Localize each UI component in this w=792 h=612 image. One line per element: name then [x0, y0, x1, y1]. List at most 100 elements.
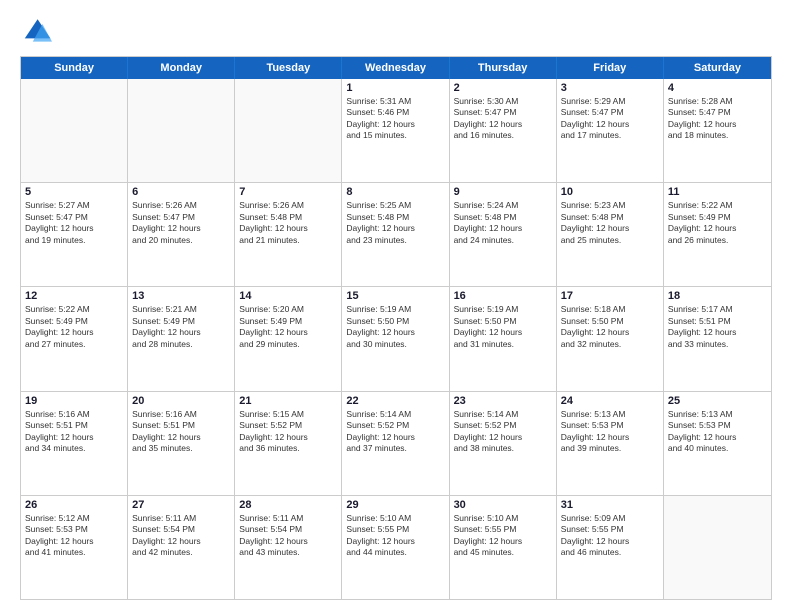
calendar-row-1: 5 Sunrise: 5:27 AM Sunset: 5:47 PM Daylig…	[21, 182, 771, 286]
day-number: 17	[561, 290, 659, 302]
calendar-row-0: 1 Sunrise: 5:31 AM Sunset: 5:46 PM Daylig…	[21, 79, 771, 182]
day-number: 16	[454, 290, 552, 302]
page: SundayMondayTuesdayWednesdayThursdayFrid…	[0, 0, 792, 612]
calendar-cell-1-0: 5 Sunrise: 5:27 AM Sunset: 5:47 PM Daylig…	[21, 183, 128, 286]
calendar-cell-1-3: 8 Sunrise: 5:25 AM Sunset: 5:48 PM Daylig…	[342, 183, 449, 286]
day-number: 23	[454, 395, 552, 407]
header-day-monday: Monday	[128, 57, 235, 79]
day-number: 8	[346, 186, 444, 198]
day-info: Sunrise: 5:28 AM Sunset: 5:47 PM Dayligh…	[668, 96, 767, 142]
header	[20, 16, 772, 48]
day-number: 5	[25, 186, 123, 198]
day-info: Sunrise: 5:25 AM Sunset: 5:48 PM Dayligh…	[346, 200, 444, 246]
calendar-cell-0-5: 3 Sunrise: 5:29 AM Sunset: 5:47 PM Daylig…	[557, 79, 664, 182]
calendar-cell-3-1: 20 Sunrise: 5:16 AM Sunset: 5:51 PM Dayli…	[128, 392, 235, 495]
calendar-cell-2-6: 18 Sunrise: 5:17 AM Sunset: 5:51 PM Dayli…	[664, 287, 771, 390]
calendar-header: SundayMondayTuesdayWednesdayThursdayFrid…	[21, 57, 771, 79]
day-number: 13	[132, 290, 230, 302]
calendar-cell-2-3: 15Sunrise: 5:19 AM Sunset: 5:50 PM Dayli…	[342, 287, 449, 390]
calendar-cell-4-3: 29Sunrise: 5:10 AM Sunset: 5:55 PM Dayli…	[342, 496, 449, 599]
day-number: 22	[346, 395, 444, 407]
calendar-cell-2-0: 12 Sunrise: 5:22 AM Sunset: 5:49 PM Dayli…	[21, 287, 128, 390]
header-day-sunday: Sunday	[21, 57, 128, 79]
calendar-cell-0-1	[128, 79, 235, 182]
calendar-cell-3-3: 22 Sunrise: 5:14 AM Sunset: 5:52 PM Dayli…	[342, 392, 449, 495]
day-info: Sunrise: 5:24 AM Sunset: 5:48 PM Dayligh…	[454, 200, 552, 246]
day-info: Sunrise: 5:26 AM Sunset: 5:47 PM Dayligh…	[132, 200, 230, 246]
calendar-cell-4-4: 30 Sunrise: 5:10 AM Sunset: 5:55 PM Dayli…	[450, 496, 557, 599]
day-info: Sunrise: 5:22 AM Sunset: 5:49 PM Dayligh…	[25, 304, 123, 350]
day-info: Sunrise: 5:19 AM Sunset: 5:50 PM Dayligh…	[454, 304, 552, 350]
day-info: Sunrise: 5:26 AM Sunset: 5:48 PM Dayligh…	[239, 200, 337, 246]
day-number: 4	[668, 82, 767, 94]
day-info: Sunrise: 5:30 AM Sunset: 5:47 PM Dayligh…	[454, 96, 552, 142]
header-day-tuesday: Tuesday	[235, 57, 342, 79]
calendar-cell-4-5: 31 Sunrise: 5:09 AM Sunset: 5:55 PM Dayli…	[557, 496, 664, 599]
day-info: Sunrise: 5:19 AM Sunset: 5:50 PM Dayligh…	[346, 304, 444, 350]
logo-icon	[20, 16, 52, 48]
calendar-cell-2-5: 17 Sunrise: 5:18 AM Sunset: 5:50 PM Dayli…	[557, 287, 664, 390]
calendar-row-4: 26 Sunrise: 5:12 AM Sunset: 5:53 PM Dayli…	[21, 495, 771, 599]
day-number: 31	[561, 499, 659, 511]
calendar-cell-0-6: 4 Sunrise: 5:28 AM Sunset: 5:47 PM Daylig…	[664, 79, 771, 182]
day-number: 30	[454, 499, 552, 511]
calendar-cell-0-4: 2 Sunrise: 5:30 AM Sunset: 5:47 PM Daylig…	[450, 79, 557, 182]
day-number: 12	[25, 290, 123, 302]
calendar-cell-1-6: 11 Sunrise: 5:22 AM Sunset: 5:49 PM Dayli…	[664, 183, 771, 286]
day-info: Sunrise: 5:13 AM Sunset: 5:53 PM Dayligh…	[668, 409, 767, 455]
day-number: 14	[239, 290, 337, 302]
calendar-cell-3-6: 25 Sunrise: 5:13 AM Sunset: 5:53 PM Dayli…	[664, 392, 771, 495]
calendar-cell-2-4: 16 Sunrise: 5:19 AM Sunset: 5:50 PM Dayli…	[450, 287, 557, 390]
day-info: Sunrise: 5:09 AM Sunset: 5:55 PM Dayligh…	[561, 513, 659, 559]
calendar-cell-1-2: 7 Sunrise: 5:26 AM Sunset: 5:48 PM Daylig…	[235, 183, 342, 286]
day-info: Sunrise: 5:13 AM Sunset: 5:53 PM Dayligh…	[561, 409, 659, 455]
day-info: Sunrise: 5:14 AM Sunset: 5:52 PM Dayligh…	[454, 409, 552, 455]
calendar-cell-2-1: 13 Sunrise: 5:21 AM Sunset: 5:49 PM Dayli…	[128, 287, 235, 390]
day-number: 11	[668, 186, 767, 198]
day-info: Sunrise: 5:23 AM Sunset: 5:48 PM Dayligh…	[561, 200, 659, 246]
calendar-cell-4-6	[664, 496, 771, 599]
day-info: Sunrise: 5:27 AM Sunset: 5:47 PM Dayligh…	[25, 200, 123, 246]
calendar-body: 1 Sunrise: 5:31 AM Sunset: 5:46 PM Daylig…	[21, 79, 771, 599]
calendar-cell-4-2: 28Sunrise: 5:11 AM Sunset: 5:54 PM Dayli…	[235, 496, 342, 599]
day-number: 27	[132, 499, 230, 511]
header-day-friday: Friday	[557, 57, 664, 79]
day-number: 3	[561, 82, 659, 94]
header-day-wednesday: Wednesday	[342, 57, 449, 79]
day-number: 20	[132, 395, 230, 407]
header-day-thursday: Thursday	[450, 57, 557, 79]
day-info: Sunrise: 5:16 AM Sunset: 5:51 PM Dayligh…	[132, 409, 230, 455]
calendar: SundayMondayTuesdayWednesdayThursdayFrid…	[20, 56, 772, 600]
day-number: 28	[239, 499, 337, 511]
day-number: 7	[239, 186, 337, 198]
day-info: Sunrise: 5:18 AM Sunset: 5:50 PM Dayligh…	[561, 304, 659, 350]
calendar-cell-0-3: 1 Sunrise: 5:31 AM Sunset: 5:46 PM Daylig…	[342, 79, 449, 182]
day-number: 18	[668, 290, 767, 302]
day-info: Sunrise: 5:29 AM Sunset: 5:47 PM Dayligh…	[561, 96, 659, 142]
calendar-cell-1-5: 10 Sunrise: 5:23 AM Sunset: 5:48 PM Dayli…	[557, 183, 664, 286]
day-info: Sunrise: 5:31 AM Sunset: 5:46 PM Dayligh…	[346, 96, 444, 142]
day-number: 6	[132, 186, 230, 198]
calendar-cell-1-4: 9Sunrise: 5:24 AM Sunset: 5:48 PM Daylig…	[450, 183, 557, 286]
day-number: 25	[668, 395, 767, 407]
header-day-saturday: Saturday	[664, 57, 771, 79]
day-info: Sunrise: 5:21 AM Sunset: 5:49 PM Dayligh…	[132, 304, 230, 350]
day-number: 1	[346, 82, 444, 94]
day-info: Sunrise: 5:12 AM Sunset: 5:53 PM Dayligh…	[25, 513, 123, 559]
calendar-cell-3-2: 21Sunrise: 5:15 AM Sunset: 5:52 PM Dayli…	[235, 392, 342, 495]
day-info: Sunrise: 5:14 AM Sunset: 5:52 PM Dayligh…	[346, 409, 444, 455]
calendar-cell-0-0	[21, 79, 128, 182]
day-number: 21	[239, 395, 337, 407]
calendar-cell-2-2: 14Sunrise: 5:20 AM Sunset: 5:49 PM Dayli…	[235, 287, 342, 390]
day-number: 2	[454, 82, 552, 94]
day-number: 26	[25, 499, 123, 511]
day-info: Sunrise: 5:10 AM Sunset: 5:55 PM Dayligh…	[454, 513, 552, 559]
day-info: Sunrise: 5:16 AM Sunset: 5:51 PM Dayligh…	[25, 409, 123, 455]
calendar-cell-0-2	[235, 79, 342, 182]
day-number: 10	[561, 186, 659, 198]
calendar-cell-3-4: 23 Sunrise: 5:14 AM Sunset: 5:52 PM Dayli…	[450, 392, 557, 495]
day-info: Sunrise: 5:17 AM Sunset: 5:51 PM Dayligh…	[668, 304, 767, 350]
day-info: Sunrise: 5:11 AM Sunset: 5:54 PM Dayligh…	[132, 513, 230, 559]
calendar-cell-3-5: 24Sunrise: 5:13 AM Sunset: 5:53 PM Dayli…	[557, 392, 664, 495]
day-info: Sunrise: 5:22 AM Sunset: 5:49 PM Dayligh…	[668, 200, 767, 246]
